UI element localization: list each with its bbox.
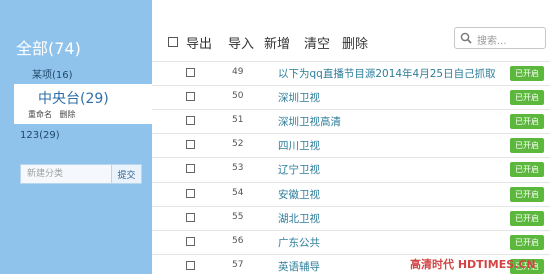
add-button[interactable]: 新增 [264,33,290,52]
new-category-input[interactable] [20,164,112,184]
status-badge[interactable]: 已开启 [510,66,544,81]
status-badge[interactable]: 已开启 [510,210,544,226]
channel-name-link[interactable]: 四川卫视 [278,138,320,153]
row-checkbox[interactable] [186,92,195,102]
row-number: 56 [232,235,244,246]
table-row[interactable]: 55 湖北卫视 已开启 [152,205,550,230]
sidebar-item-active[interactable]: 中央台(29) 重命名 删除 [14,84,152,124]
row-number: 54 [232,187,244,198]
import-button[interactable]: 导入 [228,33,254,52]
table-row[interactable]: 49 以下为qq直播节目源2014年4月25日自己抓取 已开启 [152,61,550,85]
channel-name-link[interactable]: 辽宁卫视 [278,162,320,177]
row-checkbox[interactable] [186,140,195,150]
search-box[interactable]: 搜索... [454,27,546,49]
status-badge[interactable]: 已开启 [510,138,544,154]
sidebar-item-category[interactable]: 某项(16) [0,67,152,85]
export-button[interactable]: 导出 [186,33,212,52]
status-badge[interactable]: 已开启 [510,162,544,178]
row-number: 52 [232,139,244,150]
status-badge[interactable]: 已开启 [510,114,544,130]
status-badge[interactable]: 已开启 [510,186,544,202]
category-all[interactable]: 全部(74) [16,39,81,58]
status-badge[interactable]: 已开启 [510,90,544,106]
toolbar: 导出 导入 新增 清空 删除 搜索... [152,0,550,70]
table-row[interactable]: 54 安徽卫视 已开启 [152,181,550,206]
row-checkbox[interactable] [186,236,195,246]
channel-name-link[interactable]: 深圳卫视 [278,90,320,105]
row-checkbox[interactable] [186,116,195,126]
watermark: 高清时代 HDTIMES.CN [410,258,536,271]
row-number: 57 [232,259,244,270]
channel-name-link[interactable]: 湖北卫视 [278,211,320,226]
sidebar-header[interactable]: 全部(74) [0,0,152,60]
row-number: 53 [232,163,244,174]
select-all-checkbox[interactable] [168,37,178,47]
channel-name-link[interactable]: 广东公共 [278,235,320,250]
row-checkbox[interactable] [186,212,195,222]
delete-category-link[interactable]: 删除 [60,110,76,119]
table-row[interactable]: 53 辽宁卫视 已开启 [152,157,550,181]
new-category-form: 提交 [20,164,142,184]
table-row[interactable]: 56 广东公共 已开启 [152,229,550,254]
row-number: 49 [232,67,244,77]
search-input[interactable]: 搜索... [477,32,507,47]
table-row[interactable]: 52 四川卫视 已开启 [152,133,550,157]
row-number: 50 [232,91,244,102]
status-badge[interactable]: 已开启 [510,234,544,250]
clear-button[interactable]: 清空 [304,33,330,52]
row-number: 51 [232,115,244,126]
delete-button[interactable]: 删除 [342,33,368,52]
search-icon [460,32,472,44]
rename-link[interactable]: 重命名 [28,110,52,119]
channel-name-link[interactable]: 深圳卫视高清 [278,114,341,129]
channel-name-link[interactable]: 英语辅导 [278,259,320,274]
active-category-label[interactable]: 中央台(29) [38,88,109,108]
row-checkbox[interactable] [186,164,195,174]
row-checkbox[interactable] [186,260,195,270]
channel-name-link[interactable]: 以下为qq直播节目源2014年4月25日自己抓取 [278,66,496,81]
row-number: 55 [232,211,244,222]
channel-name-link[interactable]: 安徽卫视 [278,187,320,202]
category-actions: 重命名 删除 [28,109,81,120]
row-checkbox[interactable] [186,188,195,198]
sidebar-item-123[interactable]: 123(29) [20,130,60,141]
submit-category-button[interactable]: 提交 [112,164,142,184]
row-checkbox[interactable] [186,68,195,77]
table-row[interactable]: 51 深圳卫视高清 已开启 [152,109,550,133]
table-row[interactable]: 50 深圳卫视 已开启 [152,85,550,109]
